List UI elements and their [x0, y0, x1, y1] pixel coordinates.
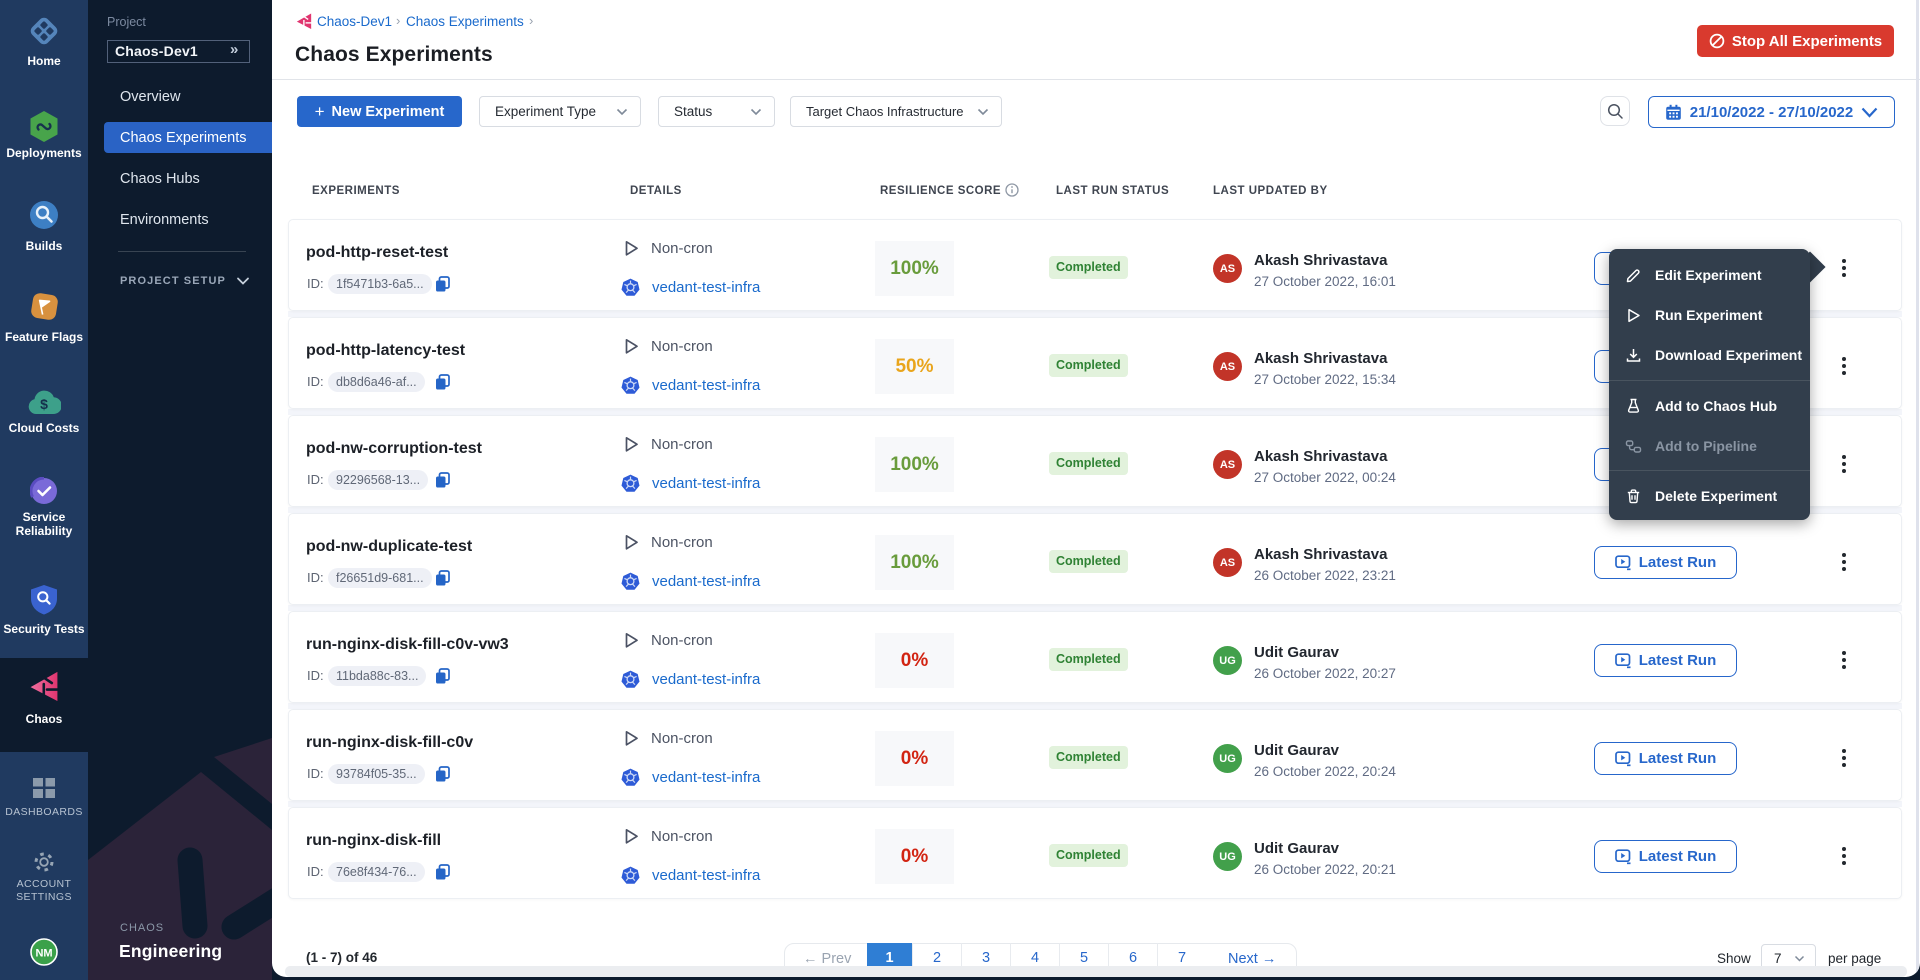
- svg-text:$: $: [40, 396, 48, 412]
- svg-text:NM: NM: [35, 948, 52, 960]
